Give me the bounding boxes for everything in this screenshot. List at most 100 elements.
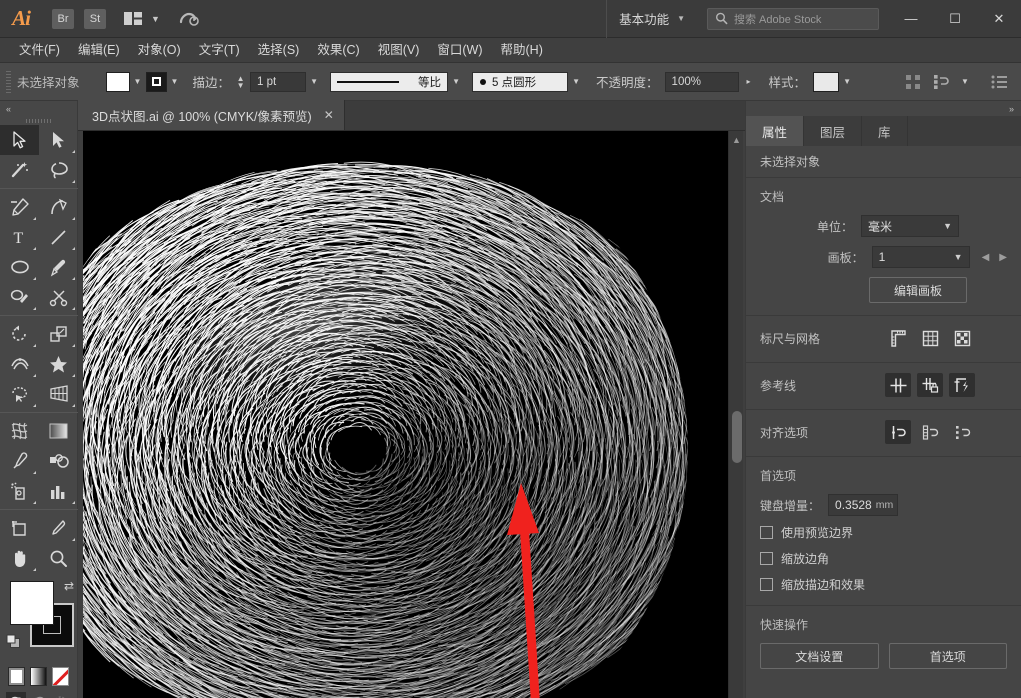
rotate-tool[interactable] xyxy=(0,319,39,349)
stock-search-input[interactable]: 搜索 Adobe Stock xyxy=(707,7,879,30)
stock-button[interactable]: St xyxy=(84,8,106,29)
direct-selection-tool[interactable] xyxy=(39,125,78,155)
swap-fill-stroke-icon[interactable]: ⇄ xyxy=(64,579,74,593)
keyboard-increment-input[interactable]: 0.3528 mm xyxy=(828,494,899,516)
artboard-select[interactable]: 1 ▼ xyxy=(871,246,970,268)
gradient-tool[interactable] xyxy=(39,416,78,446)
opacity-input[interactable]: 100% xyxy=(664,71,739,92)
draw-normal-icon[interactable] xyxy=(6,692,27,698)
menu-item-type[interactable]: 文字(T) xyxy=(190,38,249,63)
free-transform-tool[interactable] xyxy=(39,349,78,379)
selection-tool[interactable] xyxy=(0,125,39,155)
width-tool[interactable] xyxy=(0,349,39,379)
artboard[interactable] xyxy=(83,131,728,698)
smart-guides-icon[interactable] xyxy=(949,373,975,397)
expand-panel-icon[interactable]: » xyxy=(746,101,1021,116)
paintbrush-tool[interactable] xyxy=(39,252,78,282)
workspace-switcher[interactable]: 基本功能 ▼ xyxy=(606,0,697,38)
magic-wand-tool[interactable] xyxy=(0,155,39,185)
line-segment-tool[interactable] xyxy=(39,222,78,252)
stroke-weight-input[interactable]: 1 pt xyxy=(250,71,307,92)
align-to-point-icon[interactable] xyxy=(885,420,911,444)
arrange-documents-icon[interactable] xyxy=(120,9,146,29)
gradient-mode-icon[interactable] xyxy=(30,667,47,686)
show-rulers-icon[interactable] xyxy=(885,326,911,350)
checkbox-use-preview-bounds[interactable]: 使用预览边界 xyxy=(760,524,1007,541)
scissors-tool[interactable] xyxy=(39,282,78,312)
show-grid-icon[interactable] xyxy=(917,326,943,350)
shaper-tool[interactable] xyxy=(0,282,39,312)
menu-item-effect[interactable]: 效果(C) xyxy=(308,38,368,63)
menu-item-edit[interactable]: 编辑(E) xyxy=(69,38,129,63)
previous-artboard-icon[interactable]: ◀ xyxy=(982,252,990,263)
brush-chevron-down-icon[interactable]: ▼ xyxy=(568,72,584,92)
draw-behind-icon[interactable] xyxy=(28,692,48,698)
collapse-left-icon[interactable]: « xyxy=(0,101,77,116)
close-icon[interactable]: ✕ xyxy=(324,108,334,122)
zoom-tool[interactable] xyxy=(39,543,78,573)
stroke-weight-chevron-down-icon[interactable]: ▼ xyxy=(306,72,322,92)
pen-tool[interactable] xyxy=(0,192,39,222)
ellipse-tool[interactable] xyxy=(0,252,39,282)
blend-tool[interactable] xyxy=(39,446,78,476)
fill-chevron-down-icon[interactable]: ▼ xyxy=(130,72,146,92)
unit-select[interactable]: 毫米 ▼ xyxy=(861,215,959,237)
perspective-grid-tool[interactable] xyxy=(39,379,78,409)
align-to-grid-icon[interactable] xyxy=(949,420,975,444)
tools-panel-grip[interactable] xyxy=(0,116,77,125)
type-tool[interactable]: T xyxy=(0,222,39,252)
next-artboard-icon[interactable]: ▶ xyxy=(999,252,1007,263)
maximize-button[interactable]: ☐ xyxy=(933,0,977,38)
menu-item-select[interactable]: 选择(S) xyxy=(249,38,309,63)
panel-options-icon[interactable] xyxy=(987,70,1011,94)
align-icon[interactable] xyxy=(901,70,925,94)
control-bar-grip[interactable] xyxy=(6,70,11,93)
minimize-button[interactable]: — xyxy=(889,0,933,38)
transform-chevron-down-icon[interactable]: ▼ xyxy=(957,72,973,92)
menu-item-window[interactable]: 窗口(W) xyxy=(428,38,491,63)
close-button[interactable]: ✕ xyxy=(977,0,1021,38)
mesh-tool[interactable] xyxy=(0,416,39,446)
menu-item-help[interactable]: 帮助(H) xyxy=(492,38,552,63)
column-graph-tool[interactable] xyxy=(39,476,78,506)
checkbox-scale-strokes-effects[interactable]: 缩放描边和效果 xyxy=(760,576,1007,593)
document-tab[interactable]: 3D点状图.ai @ 100% (CMYK/像素预览) ✕ xyxy=(78,100,345,130)
edit-artboard-button[interactable]: 编辑画板 xyxy=(869,277,967,303)
scale-tool[interactable] xyxy=(39,319,78,349)
color-mode-icon[interactable] xyxy=(8,667,25,686)
fill-color-swatch[interactable] xyxy=(10,581,54,625)
bridge-button[interactable]: Br xyxy=(52,8,74,29)
stroke-chevron-down-icon[interactable]: ▼ xyxy=(167,72,183,92)
menu-item-object[interactable]: 对象(O) xyxy=(129,38,190,63)
graphic-style-swatch[interactable] xyxy=(813,71,840,92)
stroke-color-swatch[interactable] xyxy=(145,71,167,92)
checkbox-scale-corners[interactable]: 缩放边角 xyxy=(760,550,1007,567)
hand-tool[interactable] xyxy=(0,543,39,573)
tab-layers[interactable]: 图层 xyxy=(804,116,863,146)
brush-definition-select[interactable]: 5 点圆形 xyxy=(472,71,569,92)
chevron-down-icon[interactable]: ▼ xyxy=(151,14,160,24)
transform-icon[interactable] xyxy=(929,70,953,94)
show-transparency-grid-icon[interactable] xyxy=(949,326,975,350)
scrollbar-thumb[interactable] xyxy=(732,411,742,463)
stroke-weight-stepper[interactable]: ▲ ▼ xyxy=(235,74,246,89)
none-mode-icon[interactable] xyxy=(52,667,69,686)
show-guides-icon[interactable] xyxy=(885,373,911,397)
symbol-sprayer-tool[interactable] xyxy=(0,476,39,506)
chevron-up-icon[interactable]: ▲ xyxy=(729,133,744,147)
creative-cloud-icon[interactable] xyxy=(176,8,202,30)
lasso-tool[interactable] xyxy=(39,155,78,185)
preferences-button[interactable]: 首选项 xyxy=(888,643,1007,669)
slice-tool[interactable] xyxy=(39,513,78,543)
menu-item-view[interactable]: 视图(V) xyxy=(369,38,429,63)
menu-item-file[interactable]: 文件(F) xyxy=(10,38,69,63)
default-fill-stroke-icon[interactable] xyxy=(6,634,22,655)
draw-inside-icon[interactable] xyxy=(51,692,71,698)
stroke-profile-select[interactable]: 等比 xyxy=(330,71,449,92)
style-chevron-down-icon[interactable]: ▼ xyxy=(839,72,855,92)
tab-libraries[interactable]: 库 xyxy=(862,116,908,146)
lock-guides-icon[interactable] xyxy=(917,373,943,397)
tab-properties[interactable]: 属性 xyxy=(746,116,805,146)
shape-builder-tool[interactable] xyxy=(0,379,39,409)
canvas-vertical-scrollbar[interactable]: ▲ xyxy=(728,131,743,698)
